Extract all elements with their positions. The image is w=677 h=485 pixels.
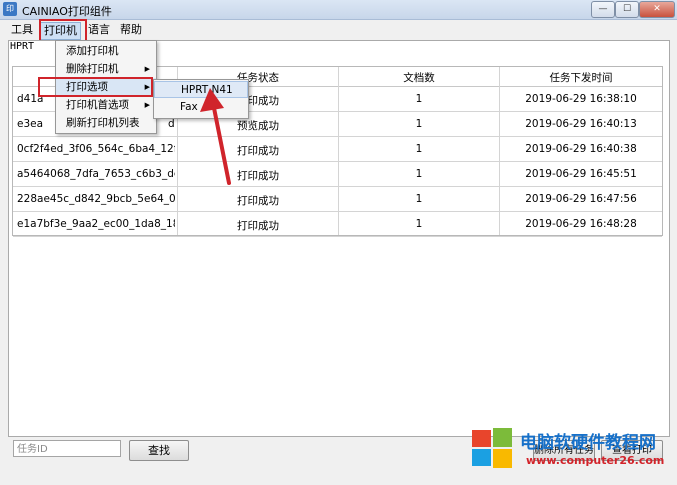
cell-task-id: e1a7bf3e_9aa2_ec00_1da8_180...: [17, 218, 175, 230]
cell-doc-count: 1: [415, 168, 423, 180]
cell-doc-count: 1: [415, 143, 423, 155]
submenu-item-fax[interactable]: Fax: [154, 99, 248, 116]
menu-item-label: 刷新打印机列表: [66, 117, 140, 129]
window-title: CAINIAO打印组件: [22, 5, 112, 18]
menu-help[interactable]: 帮助: [117, 22, 145, 38]
submenu-arrow-icon: ▶: [144, 101, 150, 109]
menu-bar: 工具 打印机 语言 帮助: [0, 20, 677, 40]
col-header-time[interactable]: 任务下发时间: [500, 70, 662, 85]
menu-tools[interactable]: 工具: [8, 22, 36, 38]
menu-item-label: 打印机首选项: [66, 99, 129, 111]
menu-item-add-printer[interactable]: 添加打印机: [56, 42, 156, 60]
cell-doc-count: 1: [415, 193, 423, 205]
submenu-arrow-icon: ▶: [144, 65, 150, 73]
close-button[interactable]: ✕: [639, 1, 675, 18]
watermark-title: 电脑软硬件教程网: [520, 433, 656, 453]
menu-item-label: 添加打印机: [66, 45, 119, 57]
table-row[interactable]: 0cf2f4ed_3f06_564c_6ba4_12f8... 打印成功 1 2…: [13, 137, 662, 162]
cell-doc-count: 1: [415, 93, 423, 105]
submenu-item-hprt-n41[interactable]: HPRT N41: [154, 81, 248, 98]
tab-hprt[interactable]: HPRT: [10, 41, 34, 52]
cell-status: 打印成功: [237, 220, 279, 232]
menu-item-refresh-printers[interactable]: 刷新打印机列表: [56, 114, 156, 132]
cell-doc-count: 1: [415, 118, 423, 130]
site-watermark: 电脑软硬件教程网 www.computer26.com: [470, 426, 675, 480]
menu-item-printer-preferences[interactable]: 打印机首选项 ▶: [56, 96, 156, 114]
title-bar: 印 CAINIAO打印组件 — ☐ ✕: [0, 0, 677, 20]
menu-item-delete-printer[interactable]: 删除打印机 ▶: [56, 60, 156, 78]
app-logo-icon: 印: [3, 2, 17, 16]
table-row[interactable]: 228ae45c_d842_9bcb_5e64_03... 打印成功 1 201…: [13, 187, 662, 212]
cell-time: 2019-06-29 16:47:56: [525, 193, 637, 205]
cell-status: 预览成功: [237, 120, 279, 132]
maximize-button[interactable]: ☐: [615, 1, 639, 18]
task-id-search-input[interactable]: 任务ID: [13, 440, 121, 457]
cell-task-id: 0cf2f4ed_3f06_564c_6ba4_12f8...: [17, 143, 175, 155]
minimize-button[interactable]: —: [591, 1, 615, 18]
print-options-highlight: [38, 77, 153, 97]
search-button[interactable]: 查找: [129, 440, 189, 461]
col-header-doc-count[interactable]: 文档数: [339, 70, 499, 85]
submenu-item-label: Fax: [180, 101, 198, 113]
cell-status: 打印成功: [237, 195, 279, 207]
cell-time: 2019-06-29 16:40:13: [525, 118, 637, 130]
watermark-url: www.computer26.com: [526, 454, 665, 467]
cell-status: 打印成功: [237, 145, 279, 157]
cell-doc-count: 1: [415, 218, 423, 230]
cell-time: 2019-06-29 16:38:10: [525, 93, 637, 105]
app-window: 印 CAINIAO打印组件 — ☐ ✕ 工具 打印机 语言 帮助 HPRT 任务…: [0, 0, 677, 485]
submenu-item-label: HPRT N41: [181, 84, 233, 96]
cell-status: 打印成功: [237, 170, 279, 182]
cell-task-id: 228ae45c_d842_9bcb_5e64_03...: [17, 193, 175, 205]
cell-task-id-tail: d: [168, 118, 175, 130]
table-row[interactable]: e1a7bf3e_9aa2_ec00_1da8_180... 打印成功 1 20…: [13, 212, 662, 237]
menu-item-label: 删除打印机: [66, 63, 119, 75]
cell-time: 2019-06-29 16:40:38: [525, 143, 637, 155]
cell-time: 2019-06-29 16:45:51: [525, 168, 637, 180]
menu-language[interactable]: 语言: [85, 22, 113, 38]
cell-task-id: a5464068_7dfa_7653_c6b3_dec...: [17, 168, 175, 180]
cell-time: 2019-06-29 16:48:28: [525, 218, 637, 230]
print-options-submenu: HPRT N41 Fax: [153, 79, 249, 119]
table-row[interactable]: a5464068_7dfa_7653_c6b3_dec... 打印成功 1 20…: [13, 162, 662, 187]
windows-logo-icon: [472, 428, 512, 468]
